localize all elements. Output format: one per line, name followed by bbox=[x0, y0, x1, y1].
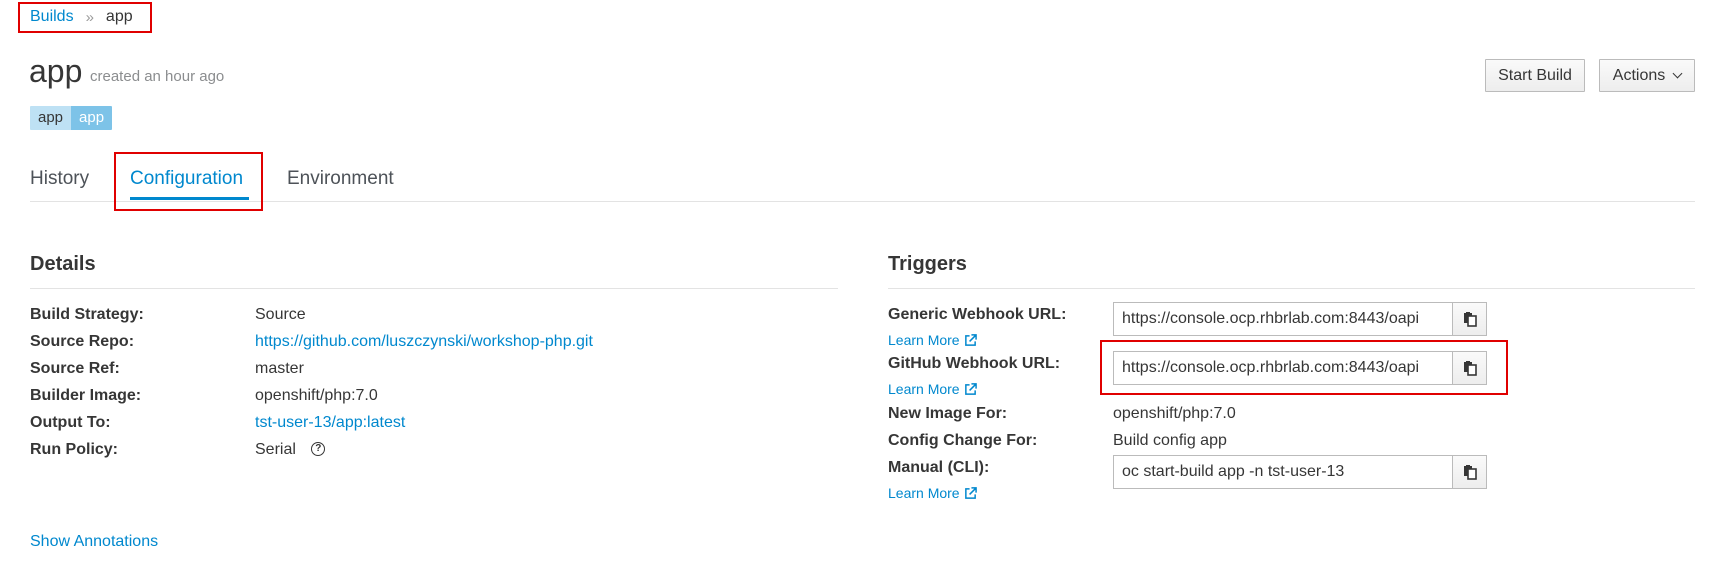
external-link-icon bbox=[964, 382, 977, 395]
details-title: Details bbox=[30, 253, 96, 275]
source-ref-label: Source Ref: bbox=[30, 360, 120, 377]
details-divider bbox=[30, 288, 838, 289]
external-link-icon bbox=[964, 486, 977, 499]
manual-cli-field[interactable] bbox=[1113, 455, 1454, 489]
github-webhook-label: GitHub Webhook URL: bbox=[888, 355, 1061, 372]
output-to-label: Output To: bbox=[30, 414, 111, 431]
tab-history[interactable]: History bbox=[30, 168, 89, 190]
chevron-down-icon bbox=[1672, 68, 1683, 79]
triggers-title: Triggers bbox=[888, 253, 967, 275]
manual-cli-copy-group bbox=[1113, 455, 1487, 489]
build-strategy-value: Source bbox=[255, 306, 306, 323]
generic-webhook-copy-button[interactable] bbox=[1453, 302, 1487, 336]
github-webhook-learn-more[interactable]: Learn More bbox=[888, 381, 977, 397]
new-image-value: openshift/php:7.0 bbox=[1113, 405, 1236, 422]
start-build-button[interactable]: Start Build bbox=[1485, 59, 1585, 92]
github-webhook-highlight bbox=[1100, 340, 1508, 395]
label-value: app bbox=[71, 106, 113, 130]
source-repo-label: Source Repo: bbox=[30, 333, 135, 350]
manual-cli-label: Manual (CLI): bbox=[888, 459, 990, 476]
source-repo-link[interactable]: https://github.com/luszczynski/workshop-… bbox=[255, 333, 593, 351]
label-chip[interactable]: app app bbox=[30, 106, 113, 130]
breadcrumb-builds-link[interactable]: Builds bbox=[30, 8, 74, 26]
breadcrumb: Builds » app bbox=[30, 6, 133, 28]
builder-image-label: Builder Image: bbox=[30, 387, 142, 404]
tab-environment[interactable]: Environment bbox=[287, 168, 394, 190]
help-icon[interactable]: ? bbox=[311, 441, 326, 456]
created-timestamp: created an hour ago bbox=[90, 68, 225, 85]
builder-image-value: openshift/php:7.0 bbox=[255, 387, 378, 404]
label-key: app bbox=[30, 106, 72, 130]
manual-cli-learn-more[interactable]: Learn More bbox=[888, 485, 977, 501]
generic-webhook-url-field[interactable] bbox=[1113, 302, 1454, 336]
learn-more-label: Learn More bbox=[888, 332, 960, 348]
generic-webhook-learn-more[interactable]: Learn More bbox=[888, 332, 977, 348]
generic-webhook-label: Generic Webhook URL: bbox=[888, 306, 1067, 323]
learn-more-label: Learn More bbox=[888, 485, 960, 501]
learn-more-label: Learn More bbox=[888, 381, 960, 397]
triggers-divider bbox=[888, 288, 1695, 289]
generic-webhook-copy-group bbox=[1113, 302, 1487, 336]
build-strategy-label: Build Strategy: bbox=[30, 306, 144, 323]
run-policy-value-wrapper: Serial ? bbox=[255, 441, 326, 459]
external-link-icon bbox=[964, 333, 977, 346]
output-to-link[interactable]: tst-user-13/app:latest bbox=[255, 414, 405, 432]
tabs-divider bbox=[30, 201, 1695, 202]
show-annotations-link[interactable]: Show Annotations bbox=[30, 533, 158, 551]
breadcrumb-current: app bbox=[105, 8, 133, 25]
tab-configuration-highlight bbox=[114, 152, 263, 211]
manual-cli-copy-button[interactable] bbox=[1453, 455, 1487, 489]
source-ref-value: master bbox=[255, 360, 304, 377]
copy-icon bbox=[1463, 312, 1477, 327]
actions-dropdown-button[interactable]: Actions bbox=[1599, 59, 1695, 92]
copy-icon bbox=[1463, 465, 1477, 480]
config-change-label: Config Change For: bbox=[888, 432, 1038, 449]
config-change-value: Build config app bbox=[1113, 432, 1227, 449]
run-policy-label: Run Policy: bbox=[30, 441, 119, 458]
breadcrumb-separator: » bbox=[85, 8, 94, 26]
run-policy-value: Serial bbox=[255, 441, 296, 458]
actions-label: Actions bbox=[1612, 66, 1666, 84]
new-image-label: New Image For: bbox=[888, 405, 1008, 422]
page-title: app bbox=[29, 53, 83, 89]
